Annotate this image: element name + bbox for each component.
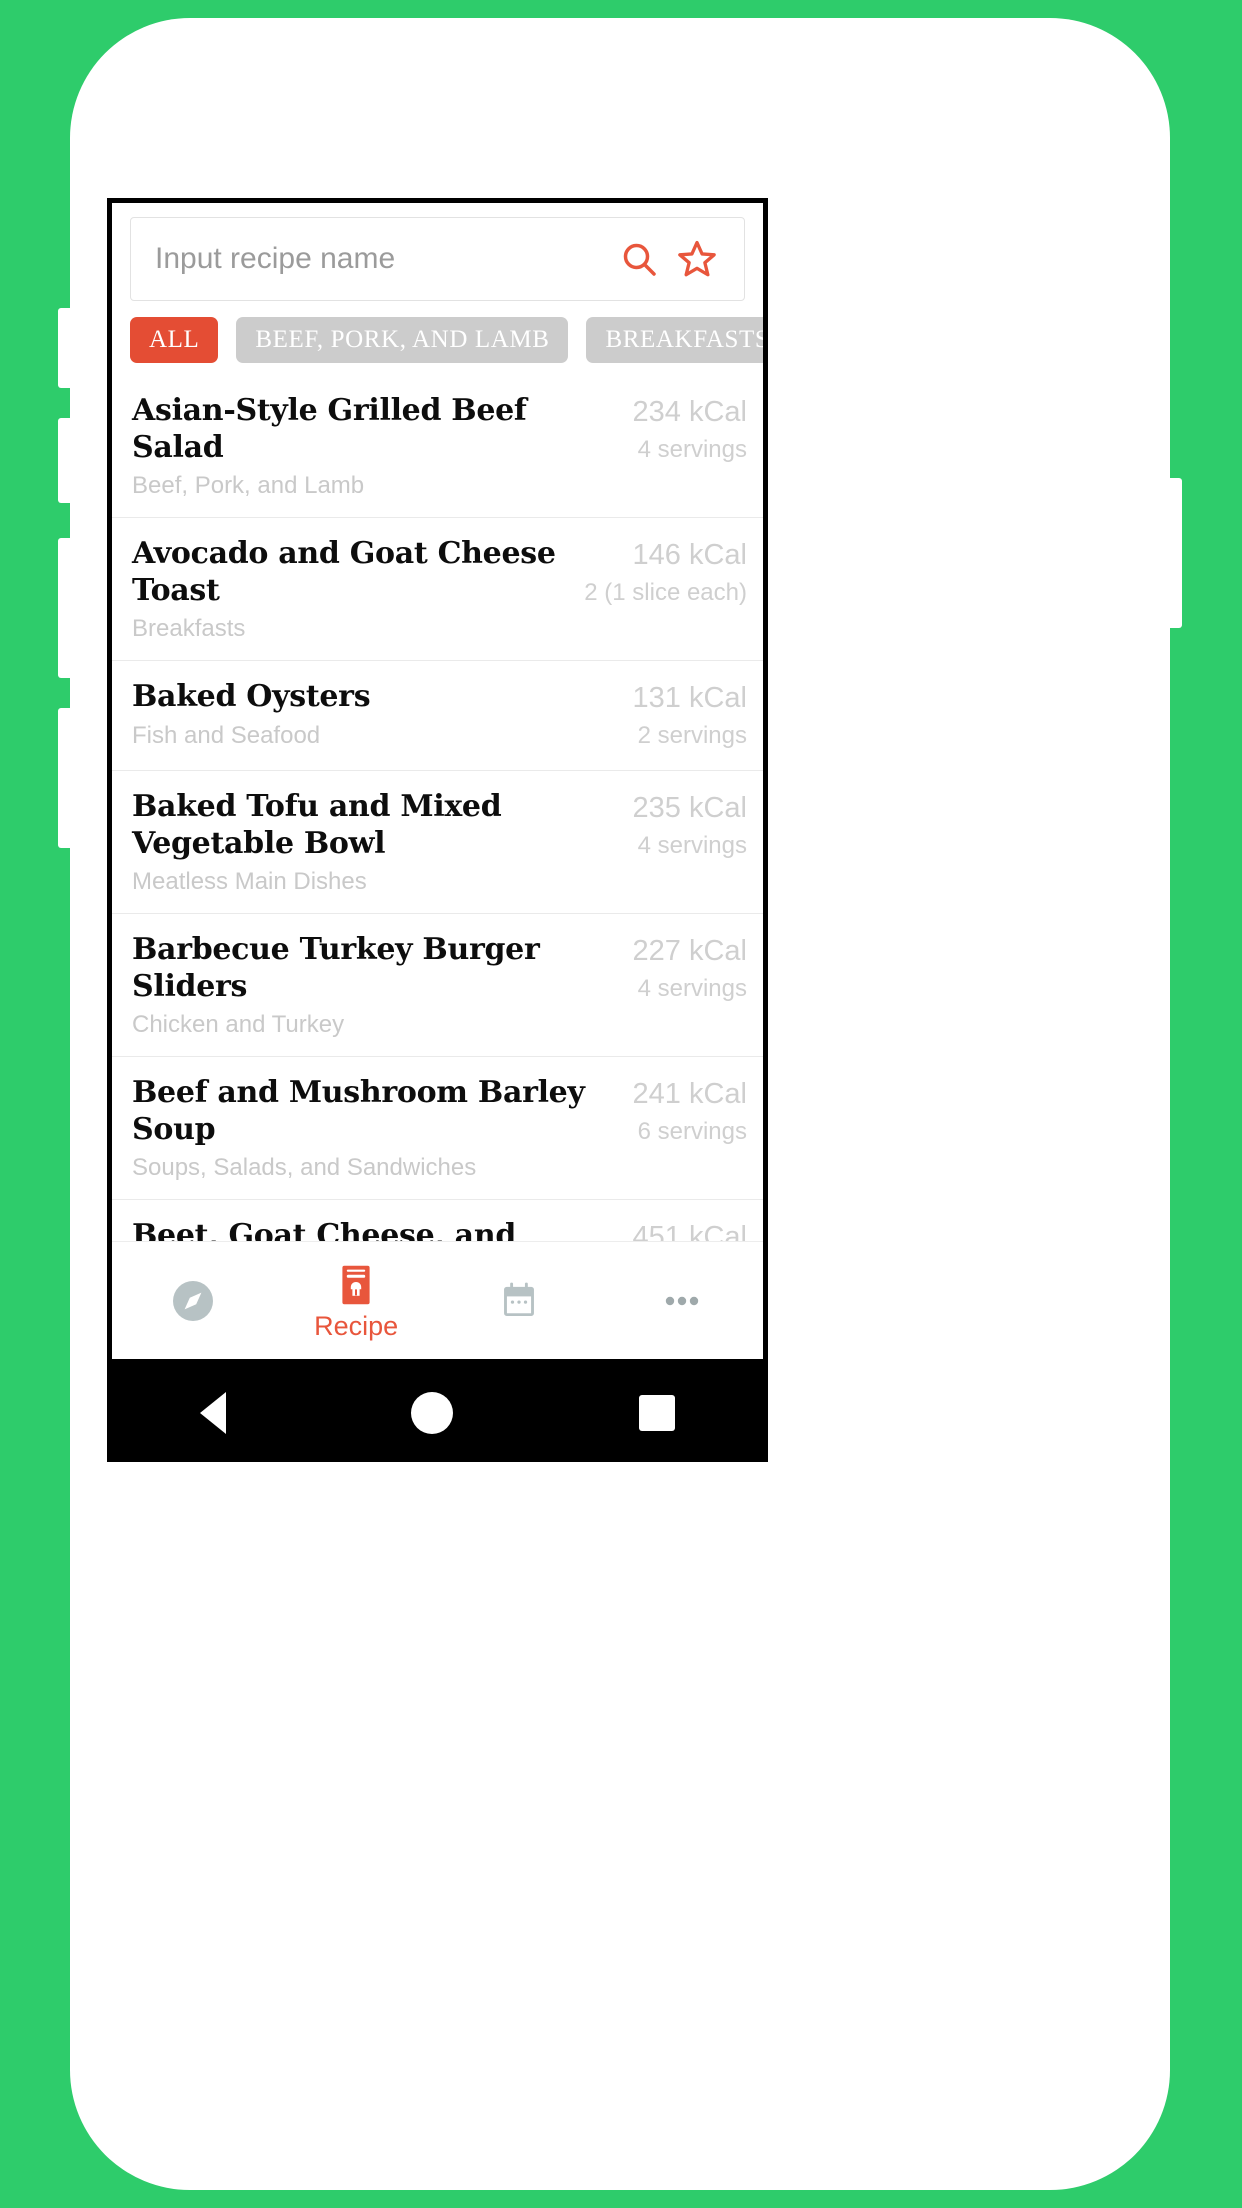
recipe-servings: 2 servings	[637, 721, 747, 749]
recipe-calories: 234 kCal	[632, 396, 747, 428]
tab-calendar[interactable]	[438, 1242, 601, 1359]
recipe-nutrition: 235 kCal 4 servings	[633, 789, 747, 861]
home-circle-icon[interactable]	[411, 1392, 454, 1434]
recipe-servings: 2 (1 slice each)	[584, 578, 747, 606]
phone-side-button	[58, 538, 74, 678]
search-box[interactable]	[130, 217, 745, 301]
recipe-title: Avocado and Goat Cheese Toast	[132, 535, 556, 608]
filter-chip-breakfasts[interactable]: BREAKFASTS	[586, 317, 763, 363]
recipe-info: Barbecue Turkey Burger Sliders Chicken a…	[132, 932, 633, 1040]
recipe-calories: 131 kCal	[632, 681, 747, 714]
recipe-nutrition: 227 kCal 4 servings	[633, 932, 747, 1004]
recipe-info: Baked Tofu and Mixed Vegetable Bowl Meat…	[132, 789, 633, 897]
phone-side-button-right	[1166, 478, 1182, 628]
recipe-info: Avocado and Goat Cheese Toast Breakfasts	[132, 536, 584, 644]
recipe-title: Baked Oysters	[132, 678, 371, 714]
recipe-list-item[interactable]: Beef and Mushroom Barley Soup Soups, Sal…	[112, 1057, 763, 1200]
recipe-title: Beet, Goat Cheese, and Walnut Pesto with…	[132, 1217, 517, 1241]
recipe-nutrition: 146 kCal 2 (1 slice each)	[584, 536, 747, 608]
recipe-list-item[interactable]: Barbecue Turkey Burger Sliders Chicken a…	[112, 914, 763, 1057]
recipe-calories: 451 kCal	[632, 1220, 747, 1241]
recipe-servings: 4 servings	[637, 435, 747, 463]
recipe-title: Beef and Mushroom Barley Soup	[132, 1074, 585, 1147]
phone-side-button	[58, 418, 74, 503]
recipe-servings: 4 servings	[637, 974, 747, 1002]
recipe-nutrition: 241 kCal 6 servings	[633, 1075, 747, 1147]
recipe-list-item[interactable]: Baked Oysters Fish and Seafood 131 kCal …	[112, 661, 763, 771]
recipe-info: Baked Oysters Fish and Seafood	[132, 679, 633, 750]
search-icon[interactable]	[610, 230, 668, 288]
recipe-nutrition: 131 kCal 2 servings	[633, 679, 747, 751]
bottom-tab-bar: Recipe	[112, 1241, 763, 1359]
filter-chip-beef[interactable]: BEEF, PORK, AND LAMB	[236, 317, 569, 363]
recipe-category: Beef, Pork, and Lamb	[132, 472, 365, 500]
phone-side-button	[58, 308, 74, 388]
recipe-servings: 6 servings	[637, 1117, 747, 1145]
recipe-title: Asian-Style Grilled Beef Salad	[132, 393, 527, 465]
recipe-calories: 241 kCal	[632, 1077, 747, 1110]
star-icon[interactable]	[668, 230, 726, 288]
recipe-title: Barbecue Turkey Burger Sliders	[132, 931, 540, 1004]
tab-more[interactable]	[600, 1242, 763, 1359]
recipe-category: Breakfasts	[132, 615, 246, 643]
compass-icon	[169, 1277, 217, 1325]
recipe-info: Beet, Goat Cheese, and Walnut Pesto with…	[132, 1218, 633, 1241]
recipe-book-icon	[332, 1261, 380, 1309]
recipe-calories: 235 kCal	[632, 791, 747, 824]
android-navigation-bar	[107, 1364, 768, 1462]
tab-recipe-label: Recipe	[314, 1311, 399, 1341]
phone-side-button	[58, 708, 74, 848]
search-input[interactable]	[155, 242, 610, 276]
filter-chip-all[interactable]: ALL	[130, 317, 219, 363]
recipe-info: Asian-Style Grilled Beef Salad Beef, Por…	[132, 393, 633, 501]
recipe-list-item[interactable]: Beet, Goat Cheese, and Walnut Pesto with…	[112, 1200, 763, 1241]
recipe-servings: 4 servings	[637, 831, 747, 859]
recipe-list[interactable]: Asian-Style Grilled Beef Salad Beef, Por…	[112, 375, 763, 1241]
tab-recipe[interactable]: Recipe	[275, 1242, 438, 1359]
recipe-calories: 146 kCal	[632, 538, 747, 571]
recipe-category: Soups, Salads, and Sandwiches	[132, 1154, 477, 1182]
search-bar	[112, 203, 763, 309]
app-screen: ALL BEEF, PORK, AND LAMB BREAKFASTS CHIC…	[107, 198, 768, 1364]
category-filter-chips[interactable]: ALL BEEF, PORK, AND LAMB BREAKFASTS CHIC…	[112, 309, 763, 375]
recipe-list-item[interactable]: Avocado and Goat Cheese Toast Breakfasts…	[112, 518, 763, 661]
recipe-category: Chicken and Turkey	[132, 1011, 345, 1039]
recipe-list-item[interactable]: Asian-Style Grilled Beef Salad Beef, Por…	[112, 375, 763, 518]
recipe-title: Baked Tofu and Mixed Vegetable Bowl	[132, 788, 502, 861]
recipe-category: Meatless Main Dishes	[132, 868, 367, 896]
recipe-nutrition: 234 kCal 4 servings	[633, 393, 747, 465]
recents-square-icon[interactable]	[639, 1395, 676, 1431]
more-dots-icon	[658, 1277, 706, 1325]
recipe-info: Beef and Mushroom Barley Soup Soups, Sal…	[132, 1075, 633, 1183]
recipe-nutrition: 451 kCal 2 servings	[633, 1218, 747, 1241]
tab-explore[interactable]	[112, 1242, 275, 1359]
recipe-calories: 227 kCal	[632, 934, 747, 967]
back-triangle-icon[interactable]	[199, 1392, 226, 1434]
recipe-list-item[interactable]: Baked Tofu and Mixed Vegetable Bowl Meat…	[112, 771, 763, 914]
recipe-category: Fish and Seafood	[132, 721, 321, 749]
calendar-icon	[496, 1278, 542, 1324]
